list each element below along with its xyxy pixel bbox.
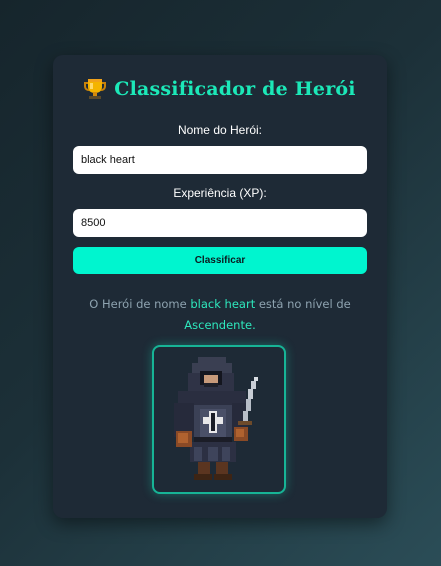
hero-name-input[interactable] [73, 146, 367, 174]
hooded-knight-sprite-icon [174, 357, 258, 480]
result-prefix: O Herói de nome [89, 297, 187, 311]
xp-input[interactable] [73, 209, 367, 237]
result-suffix: . [252, 318, 256, 332]
result-middle: está no nível de [258, 297, 351, 311]
xp-label: Experiência (XP): [173, 186, 267, 200]
page-title: Classificador de Herói [114, 78, 356, 100]
classify-button[interactable]: Classificar [73, 247, 367, 274]
hero-name-label: Nome do Herói: [177, 123, 263, 137]
result-hero-name: black heart [190, 297, 256, 311]
trophy-icon [84, 77, 107, 101]
result-message: O Herói de nome black heart está no níve… [73, 294, 367, 336]
header: Classificador de Herói [53, 77, 387, 101]
hero-image-frame [152, 345, 286, 494]
classifier-card: Classificador de Herói Nome do Herói: Ex… [53, 55, 387, 518]
result-level: Ascendente [184, 318, 253, 332]
